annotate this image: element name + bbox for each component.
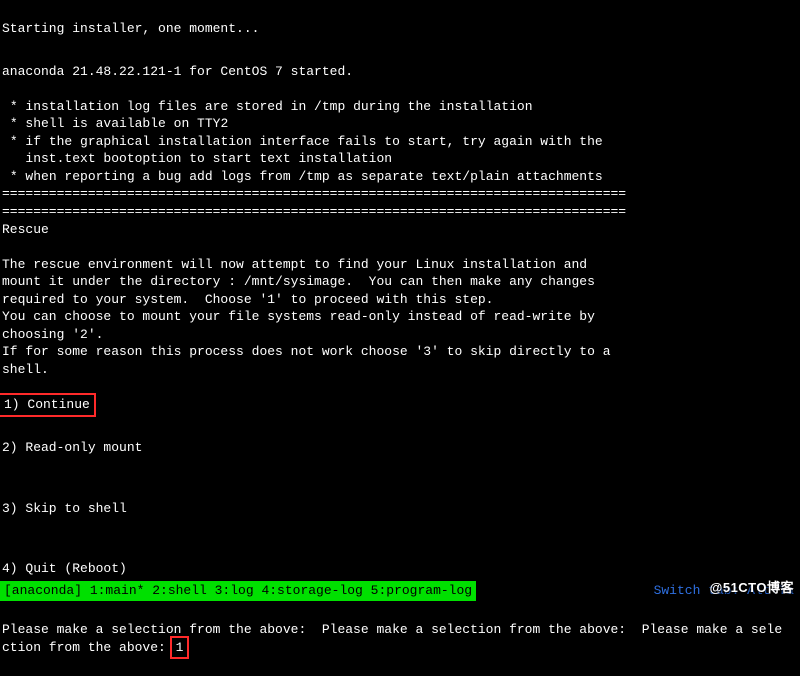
menu-option-skip[interactable]: 3) Skip to shell [2,501,127,516]
rescue-body-2: You can choose to mount your file system… [2,309,595,342]
boot-bullet-2: * shell is available on TTY2 [2,116,228,131]
watermark: @51CTO博客 [710,579,794,597]
selection-prompt: Please make a selection from the above: … [2,622,782,655]
boot-banner: anaconda 21.48.22.121-1 for CentOS 7 sta… [2,64,353,79]
boot-bullet-3: * if the graphical installation interfac… [2,134,603,167]
menu-option-continue[interactable]: 1) Continue [0,393,96,417]
status-tabs[interactable]: [anaconda] 1:main* 2:shell 3:log 4:stora… [0,581,476,601]
menu-option-quit[interactable]: 4) Quit (Reboot) [2,561,127,576]
separator-line: ========================================… [2,204,626,219]
rescue-body-1: The rescue environment will now attempt … [2,257,595,307]
terminal-output: Starting installer, one moment... anacon… [0,0,800,676]
user-input[interactable]: 1 [170,636,190,660]
rescue-title: Rescue [2,222,49,237]
menu-option-readonly[interactable]: 2) Read-only mount [2,440,142,455]
separator-line: ========================================… [2,186,626,201]
boot-starting: Starting installer, one moment... [2,21,259,36]
boot-bullet-4: * when reporting a bug add logs from /tm… [2,169,603,184]
status-bar: [anaconda] 1:main* 2:shell 3:log 4:stora… [0,582,800,600]
boot-bullet-1: * installation log files are stored in /… [2,99,533,114]
rescue-body-3: If for some reason this process does not… [2,344,611,377]
